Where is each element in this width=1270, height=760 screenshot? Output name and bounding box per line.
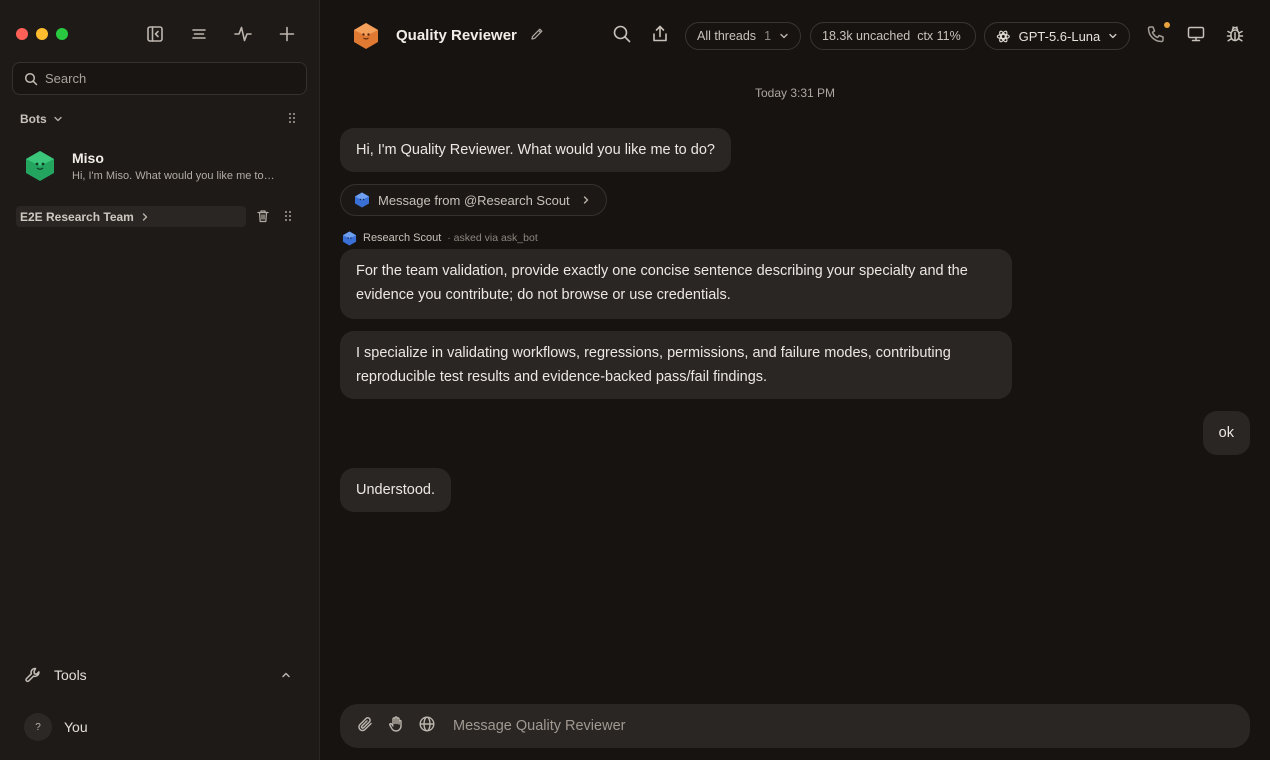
notification-dot [1164,22,1170,28]
window-controls [16,28,68,40]
bot-preview: Hi, I'm Miso. What would you like me to … [72,170,277,182]
sidebar-toolbar [139,22,303,46]
rename-chat-button[interactable] [530,27,544,46]
attribution-name: Research Scout [363,232,442,244]
forwarded-message-label: Message from @Research Scout [378,192,570,208]
context-usage-badge[interactable]: 18.3k uncached ctx 11% [810,22,976,50]
trash-icon [257,210,269,223]
paperclip-icon [358,716,372,731]
monitor-icon [1187,26,1205,42]
sidebar: Bots Miso Hi, I'm Miso. [0,0,320,760]
bot-avatar-icon [355,192,369,208]
activity-icon [234,26,252,42]
chat-title: Quality Reviewer [396,27,517,44]
user-profile-button[interactable]: ? You [24,713,88,741]
bot-avatar [352,22,380,50]
team-item-e2e-research[interactable]: E2E Research Team [16,206,246,227]
share-button[interactable] [650,24,670,49]
threads-dropdown[interactable]: All threads 1 [685,22,801,50]
search-chat-button[interactable] [612,24,632,49]
search-icon [24,72,38,85]
message-input[interactable] [453,718,1153,734]
app-window: Bots Miso Hi, I'm Miso. [0,0,1270,760]
model-selector[interactable]: GPT-5.6-Luna [984,22,1130,50]
search-input[interactable] [45,71,285,86]
attach-button[interactable] [356,715,374,738]
team-reorder-handle[interactable] [284,209,292,227]
bot-avatar-icon [354,23,378,49]
grip-icon [289,113,295,123]
message-composer [340,704,1250,748]
minimize-window-button[interactable] [36,28,48,40]
bot-name: Miso [72,150,104,166]
plus-icon [279,26,295,42]
sidebar-toggle-icon [147,26,163,42]
assistant-message: I specialize in validating workflows, re… [340,331,1012,399]
chevron-right-icon [142,212,148,221]
model-label: GPT-5.6-Luna [1018,28,1101,44]
context-usage-label: 18.3k uncached ctx 11% [822,29,961,43]
screen-share-button[interactable] [1186,24,1206,49]
maximize-window-button[interactable] [56,28,68,40]
conversation-timestamp: Today 3:31 PM [754,86,836,100]
sidebar-search [12,62,307,95]
share-icon [653,25,667,42]
debug-button[interactable] [1225,24,1245,49]
phone-icon [1147,26,1164,43]
tools-label: Tools [54,667,87,683]
hand-icon [389,715,402,732]
globe-icon [419,715,435,732]
delete-team-button[interactable] [256,209,270,228]
chevron-down-icon [780,33,788,39]
chevron-down-icon [53,116,62,122]
chevron-right-icon [583,196,588,204]
raise-hand-button[interactable] [387,715,405,738]
chevron-up-icon [282,672,290,678]
web-search-toggle[interactable] [418,715,436,738]
search-icon [613,25,631,43]
wrench-icon [25,667,40,683]
bug-icon [1226,26,1244,42]
threads-count: 1 [764,29,772,43]
list-icon [192,29,206,39]
new-chat-button[interactable] [271,22,303,46]
bot-list-item-miso[interactable]: Miso Hi, I'm Miso. What would you like m… [20,142,302,190]
chevron-down-icon [1109,33,1117,39]
pencil-icon [531,28,543,40]
team-label: E2E Research Team [20,209,134,224]
forwarded-message-button[interactable]: Message from @Research Scout [340,184,607,216]
bot-avatar [20,146,60,186]
attribution-via: · asked via ask_bot [447,232,538,244]
incoming-request-message: For the team validation, provide exactly… [340,249,1012,319]
close-window-button[interactable] [16,28,28,40]
assistant-message: Understood. [340,468,451,512]
threads-label: All threads [697,29,757,43]
tools-section-toggle[interactable]: Tools [24,664,300,686]
activity-button[interactable] [227,22,259,46]
bots-section-label: Bots [20,112,47,126]
call-button[interactable] [1146,24,1166,49]
bot-avatar-icon [26,151,54,181]
user-name: You [64,719,88,735]
toggle-sidebar-button[interactable] [139,22,171,46]
bots-reorder-handle[interactable] [284,110,300,126]
bots-section-header[interactable]: Bots [20,110,300,128]
chat-header: Quality Reviewer All threads 1 18.3k unc… [320,0,1270,72]
grip-icon [285,211,291,221]
user-avatar: ? [24,713,52,741]
message-attribution: Research Scout · asked via ask_bot [342,229,538,247]
bot-avatar-icon [342,230,357,246]
threads-list-button[interactable] [183,22,215,46]
user-message: ok [1202,411,1250,455]
openai-icon [996,30,1010,42]
chat-main: Quality Reviewer All threads 1 18.3k unc… [320,0,1270,760]
assistant-message: Hi, I'm Quality Reviewer. What would you… [340,128,731,172]
